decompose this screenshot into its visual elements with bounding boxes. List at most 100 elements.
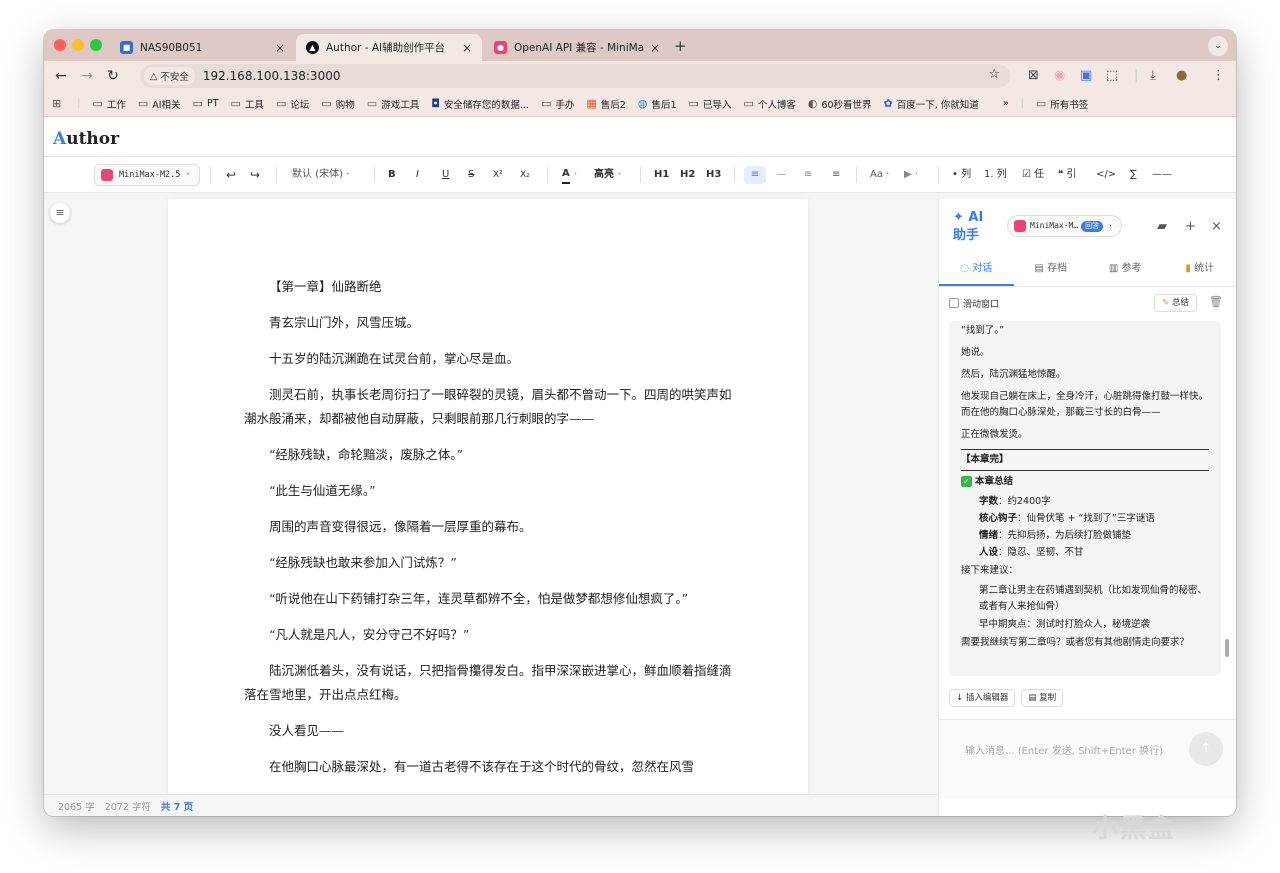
download-icon[interactable]: ⤓ — [1150, 68, 1156, 83]
reload-icon[interactable]: ↻ — [100, 68, 126, 84]
folder-icon: ▭ — [230, 97, 241, 110]
paragraph: “经脉残缺，命轮黯淡，废脉之体。” — [269, 447, 464, 462]
new-tab-button[interactable]: + — [674, 37, 687, 55]
superscript-button[interactable]: X² — [493, 166, 503, 184]
new-chat-icon[interactable]: + — [1185, 219, 1196, 234]
tab-reference[interactable]: ▥ 参考 — [1088, 253, 1163, 286]
math-button[interactable]: ∑ — [1130, 166, 1137, 184]
not-secure-badge[interactable]: △ 不安全 — [144, 67, 195, 85]
document-page[interactable]: 【第一章】仙路断绝 青玄宗山门外，风雪压城。 十五岁的陆沉渊跪在试灵台前，掌心尽… — [168, 199, 808, 799]
message-question: 需要我继续写第二章吗？或者您有其他剧情走向要求？ — [961, 637, 1190, 648]
divider-button[interactable]: —— — [1152, 166, 1172, 184]
back-icon[interactable]: ← — [48, 68, 74, 84]
avatar[interactable]: ● — [1176, 68, 1187, 83]
scrollbar[interactable] — [1225, 639, 1229, 657]
extension-icon[interactable]: ▣ — [1080, 68, 1092, 83]
undo-icon[interactable]: ↩ — [226, 166, 236, 184]
ai-model-selector[interactable]: MiniMax-M… 回答 · — [1007, 215, 1122, 237]
bookmark-figures[interactable]: ▭ 手办 — [541, 97, 574, 111]
align-left-icon[interactable]: ≡ — [744, 166, 766, 184]
paragraph: “经脉残缺也敢来参加入门试炼？” — [269, 555, 457, 570]
chat-input[interactable]: 输入消息... (Enter 发送, Shift+Enter 换行) — [965, 742, 1163, 757]
bold-button[interactable]: B — [388, 166, 396, 184]
tab-archive[interactable]: ▤ 存档 — [1014, 253, 1089, 286]
bookmark-baidu[interactable]: ✿ 百度一下, 你就知道 — [884, 97, 979, 111]
address-bar[interactable]: △ 不安全 192.168.100.138:3000 ☆ — [140, 64, 1010, 88]
copy-button[interactable]: ▤ 复制 — [1021, 689, 1064, 707]
align-center-icon[interactable]: — — [776, 166, 786, 184]
subscript-button[interactable]: X₂ — [520, 166, 530, 184]
font-family-select[interactable]: 默认 (宋体) · — [292, 166, 349, 184]
bookmark-60s[interactable]: ◐ 60秒看世界 — [808, 97, 872, 111]
close-tab-icon[interactable]: × — [462, 41, 472, 55]
bookmark-ai[interactable]: ▭ AI相关 — [138, 97, 181, 111]
tab-author[interactable]: ▲ Author - AI辅助创作平台 × — [296, 34, 482, 61]
redo-icon[interactable]: ↪ — [250, 166, 260, 184]
extensions-puzzle-icon[interactable]: ⬚ — [1106, 68, 1118, 83]
close-tab-icon[interactable]: × — [275, 41, 285, 55]
heading2-button[interactable]: H2 — [680, 166, 695, 184]
blockquote-button[interactable]: ❝ 引 — [1058, 166, 1077, 184]
bookmark-game-tools[interactable]: ▭ 游戏工具 — [367, 97, 419, 111]
message-line: 然后，陆沉渊猛地惊醒。 — [961, 369, 1066, 380]
task-list-button[interactable]: ☑ 任 — [1022, 166, 1044, 184]
scroll-window-checkbox[interactable] — [949, 298, 959, 308]
close-tab-icon[interactable]: × — [650, 41, 660, 55]
bookmark-blog[interactable]: ▭ 个人博客 — [743, 97, 795, 111]
archive-icon: ▤ — [1034, 263, 1048, 274]
bookmark-shopping[interactable]: ▭ 购物 — [321, 97, 354, 111]
insert-into-editor-button[interactable]: ↓ 插入编辑器 — [949, 689, 1016, 707]
bullet-list-button[interactable]: • 列 — [952, 166, 971, 184]
watermark-logo: 小黑盒 — [1092, 814, 1177, 844]
browser-menu-icon[interactable]: ⋮ — [1212, 68, 1225, 83]
summary-item: 人设：隐忍、坚韧、不甘 — [979, 547, 1084, 558]
zoom-window-button[interactable] — [90, 39, 102, 51]
tab-stats[interactable]: ▮ 统计 — [1163, 253, 1237, 286]
char-count: 2072 字符 — [104, 801, 151, 813]
forward-icon[interactable]: → — [74, 68, 100, 84]
bookmark-vault[interactable]: ◘ 安全储存您的数据... — [431, 97, 529, 111]
more-bookmarks-button[interactable]: » — [1003, 98, 1009, 109]
close-window-button[interactable] — [54, 39, 66, 51]
tab-minimax[interactable]: ● OpenAI API 兼容 - MiniMax 开 × — [484, 34, 670, 61]
underline-button[interactable]: U — [442, 166, 449, 184]
bookmark-aftersales2[interactable]: ▦ 售后2 — [586, 97, 625, 111]
tab-search-button[interactable]: ⌄ — [1208, 36, 1228, 56]
extension-icon[interactable]: ⊠ — [1028, 68, 1039, 83]
italic-button[interactable]: I — [416, 166, 419, 184]
format-painter-icon[interactable]: ▶ · — [904, 166, 918, 184]
minimize-window-button[interactable] — [72, 39, 84, 51]
bookmark-aftersales1[interactable]: ◍ 售后1 — [638, 97, 677, 111]
align-justify-icon[interactable]: ≡ — [832, 166, 840, 184]
folder-icon: ▭ — [688, 97, 699, 110]
strikethrough-button[interactable]: S — [468, 166, 474, 184]
author-icon: ▲ — [306, 41, 319, 54]
ordered-list-button[interactable]: 1. 列 — [984, 166, 1007, 184]
code-button[interactable]: </> — [1096, 166, 1116, 184]
bookmark-tools[interactable]: ▭ 工具 — [231, 97, 264, 111]
tab-chat[interactable]: ◌ 对话 — [939, 253, 1014, 286]
extension-icon[interactable]: ◉ — [1054, 68, 1065, 83]
summarize-button[interactable]: ✎ 总结 — [1154, 294, 1197, 312]
send-button[interactable]: ↑ — [1189, 732, 1223, 766]
bookmark-star-icon[interactable]: ☆ — [988, 67, 1000, 82]
font-size-button[interactable]: Aa · — [870, 166, 889, 184]
apps-icon[interactable]: ⊞ — [52, 97, 65, 110]
trash-icon[interactable]: 🗑 — [1209, 295, 1223, 308]
app-logo[interactable]: Author — [53, 129, 119, 149]
all-bookmarks-button[interactable]: ▭ 所有书签 — [1036, 97, 1088, 111]
bookmark-forum[interactable]: ▭ 论坛 — [276, 97, 309, 111]
highlight-button[interactable]: 高亮 · — [594, 166, 621, 184]
sidebar-toggle-icon[interactable]: ≡ — [50, 203, 70, 223]
tab-nas[interactable]: ■ NAS90B051 × — [110, 34, 295, 61]
model-selector[interactable]: MiniMax-M2.5 · — [94, 164, 200, 186]
heading1-button[interactable]: H1 — [654, 166, 669, 184]
heading3-button[interactable]: H3 — [706, 166, 721, 184]
archive-icon[interactable]: ▰ — [1157, 219, 1167, 234]
align-right-icon[interactable]: ≡ — [804, 166, 812, 184]
text-color-button[interactable]: A — [562, 166, 570, 184]
close-panel-icon[interactable]: × — [1211, 219, 1222, 234]
bookmark-pt[interactable]: ▭ PT — [193, 97, 219, 110]
bookmark-imported[interactable]: ▭ 已导入 — [689, 97, 732, 111]
bookmark-work[interactable]: ▭ 工作 — [92, 97, 125, 111]
